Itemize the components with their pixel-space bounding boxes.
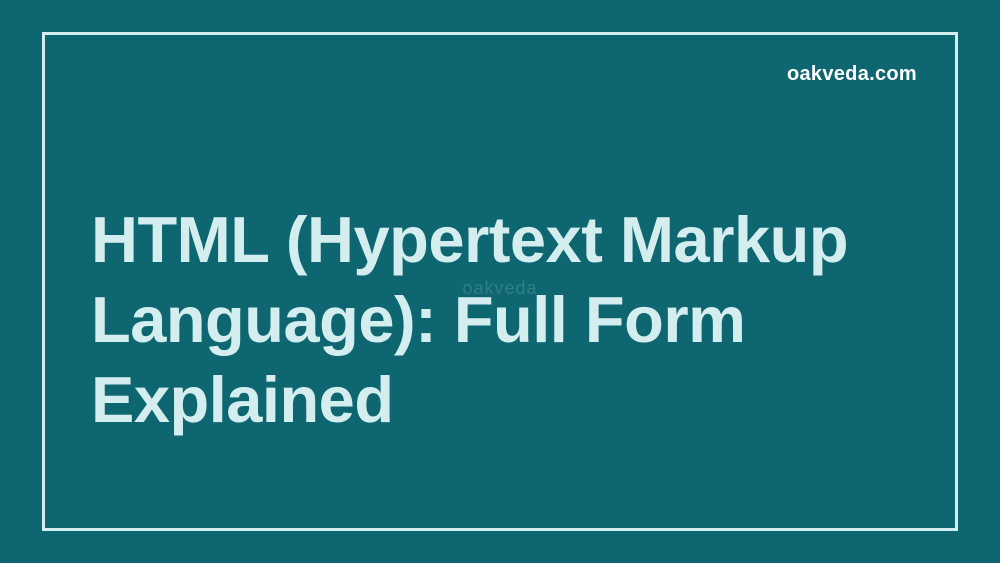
content-frame: oakveda.com HTML (Hypertext Markup Langu…: [42, 32, 958, 531]
main-title: HTML (Hypertext Markup Language): Full F…: [91, 200, 909, 440]
brand-label: oakveda.com: [787, 63, 917, 86]
